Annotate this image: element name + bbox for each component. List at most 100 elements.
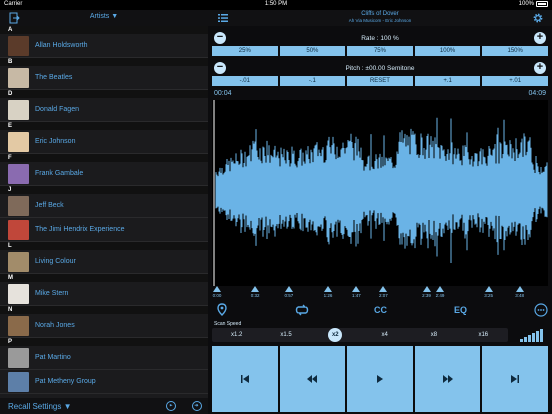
library-pane: Artists ▼ A Allan Holdsworth B The Beatles D… [0,10,208,414]
marker[interactable]: 3:48 [515,286,525,302]
artist-row[interactable]: Pat Martino [0,346,208,370]
pitch-preset-button[interactable]: -.1 [279,76,346,86]
rate-increase-button[interactable]: + [534,32,546,44]
rate-preset-button[interactable]: 100% [414,46,481,56]
artist-name: Norah Jones [35,322,75,329]
skip-to-end-button[interactable] [482,346,548,412]
rate-decrease-button[interactable]: − [214,32,226,44]
album-art [8,100,29,120]
song-title: Cliffs of Dover [361,11,399,17]
rate-preset-button[interactable]: 25% [212,46,278,56]
section-header: P [0,338,208,346]
artist-row[interactable]: The Jimi Hendrix Experience [0,218,208,242]
location-pin-icon[interactable] [216,302,228,318]
battery-indicator: 100% [519,1,548,7]
skip-start-icon [240,375,249,383]
scan-speed-label: x16 [478,332,489,338]
cc-button[interactable]: CC [374,305,387,321]
album-art [8,316,29,336]
marker[interactable]: 0:00 [212,286,222,302]
skip-to-start-button[interactable] [212,346,278,412]
loop-icon[interactable] [294,302,310,318]
album-art [8,220,29,240]
marker[interactable]: 3:25 [484,286,494,302]
fast-forward-icon [442,375,453,383]
scan-speed-option[interactable]: x1.2 [212,328,261,342]
artist-name: Jeff Beck [35,202,64,209]
rate-preset-button[interactable]: 75% [347,46,413,56]
marker[interactable]: 2:39 [422,286,432,302]
scan-speed-label: x2 [328,328,343,342]
fast-forward-button[interactable] [414,346,481,412]
marker[interactable]: 0:32 [250,286,260,302]
marker[interactable]: 1:47 [351,286,361,302]
forward-circle-icon[interactable] [192,401,202,411]
pitch-increase-button[interactable]: + [534,62,546,74]
pitch-preset-button[interactable]: +.01 [482,76,548,86]
eq-button[interactable]: EQ [454,305,467,321]
artist-row[interactable]: Eric Johnson [0,130,208,154]
section-header: A [0,26,208,34]
artist-name: Frank Gambale [35,170,84,177]
marker-time: 0:32 [250,293,260,298]
marker-track[interactable]: 0:00 0:32 0:57 1:26 1:47 2:07 2:39 2:49 3:25 3:48 [212,286,548,302]
section-header: B [0,58,208,66]
clock: 1:50 PM [264,1,288,7]
rate-preset-button[interactable]: 150% [482,46,548,56]
tool-row: CC EQ [208,302,552,318]
artist-row[interactable]: The Beatles [0,66,208,90]
volume-level-icon[interactable] [520,328,546,342]
artist-row[interactable]: Mike Stern [0,282,208,306]
marker[interactable]: 0:57 [284,286,294,302]
player-header: Cliffs of Dover Ah Via Musicom - Eric Jo… [208,10,552,26]
scan-speed-option[interactable]: x16 [459,328,508,342]
artist-row[interactable]: Norah Jones [0,314,208,338]
pitch-decrease-button[interactable]: − [214,62,226,74]
scan-speed-option[interactable]: x2 [311,328,360,342]
pitch-preset-button[interactable]: +.1 [414,76,481,86]
artist-row[interactable]: Jeff Beck [0,194,208,218]
artist-row[interactable]: Frank Gambale [0,162,208,186]
artist-name: Living Colour [35,258,76,265]
marker[interactable]: 2:49 [435,286,445,302]
artist-name: The Beatles [35,74,73,81]
pitch-preset-button[interactable]: -.01 [212,76,278,86]
artists-dropdown[interactable]: Artists ▼ [0,13,208,20]
album-art [8,348,29,368]
skip-end-icon [511,375,520,383]
gear-icon[interactable] [532,12,544,24]
section-header: M [0,274,208,282]
artist-list[interactable]: A Allan Holdsworth B The Beatles D Donald Fag… [0,26,208,398]
current-time: 00:04 [214,90,232,97]
marker-time: 1:26 [323,293,333,298]
pitch-preset-button[interactable]: RESET [347,76,413,86]
play-button[interactable] [347,346,413,412]
rewind-button[interactable] [279,346,346,412]
rate-preset-button[interactable]: 50% [279,46,346,56]
album-art [8,372,29,392]
artist-row[interactable]: Living Colour [0,250,208,274]
scan-speed-option[interactable]: x8 [409,328,458,342]
marker-flag-icon [515,286,524,292]
artist-row[interactable]: Pat Metheny Group [0,370,208,394]
marker[interactable]: 1:26 [323,286,333,302]
play-circle-icon[interactable] [166,401,176,411]
scan-speed-option[interactable]: x4 [360,328,409,342]
marker[interactable]: 2:07 [378,286,388,302]
marker-flag-icon [379,286,388,292]
timeline-times: 00:04 04:09 [212,90,548,98]
recall-settings-dropdown[interactable]: Recall Settings ▼ [8,402,72,411]
scan-speed-option[interactable]: x1.5 [261,328,310,342]
waveform[interactable] [212,100,548,286]
artist-row[interactable]: Allan Holdsworth [0,34,208,58]
marker-flag-icon [422,286,431,292]
marker-time: 2:49 [435,293,445,298]
marker-flag-icon [251,286,260,292]
section-header: L [0,242,208,250]
scan-speed-label: Scan Speed [214,321,242,327]
artist-row[interactable]: Donald Fagen [0,98,208,122]
marker-flag-icon [324,286,333,292]
more-icon[interactable] [534,302,548,318]
marker-time: 2:07 [378,293,388,298]
total-time: 04:09 [528,90,546,97]
